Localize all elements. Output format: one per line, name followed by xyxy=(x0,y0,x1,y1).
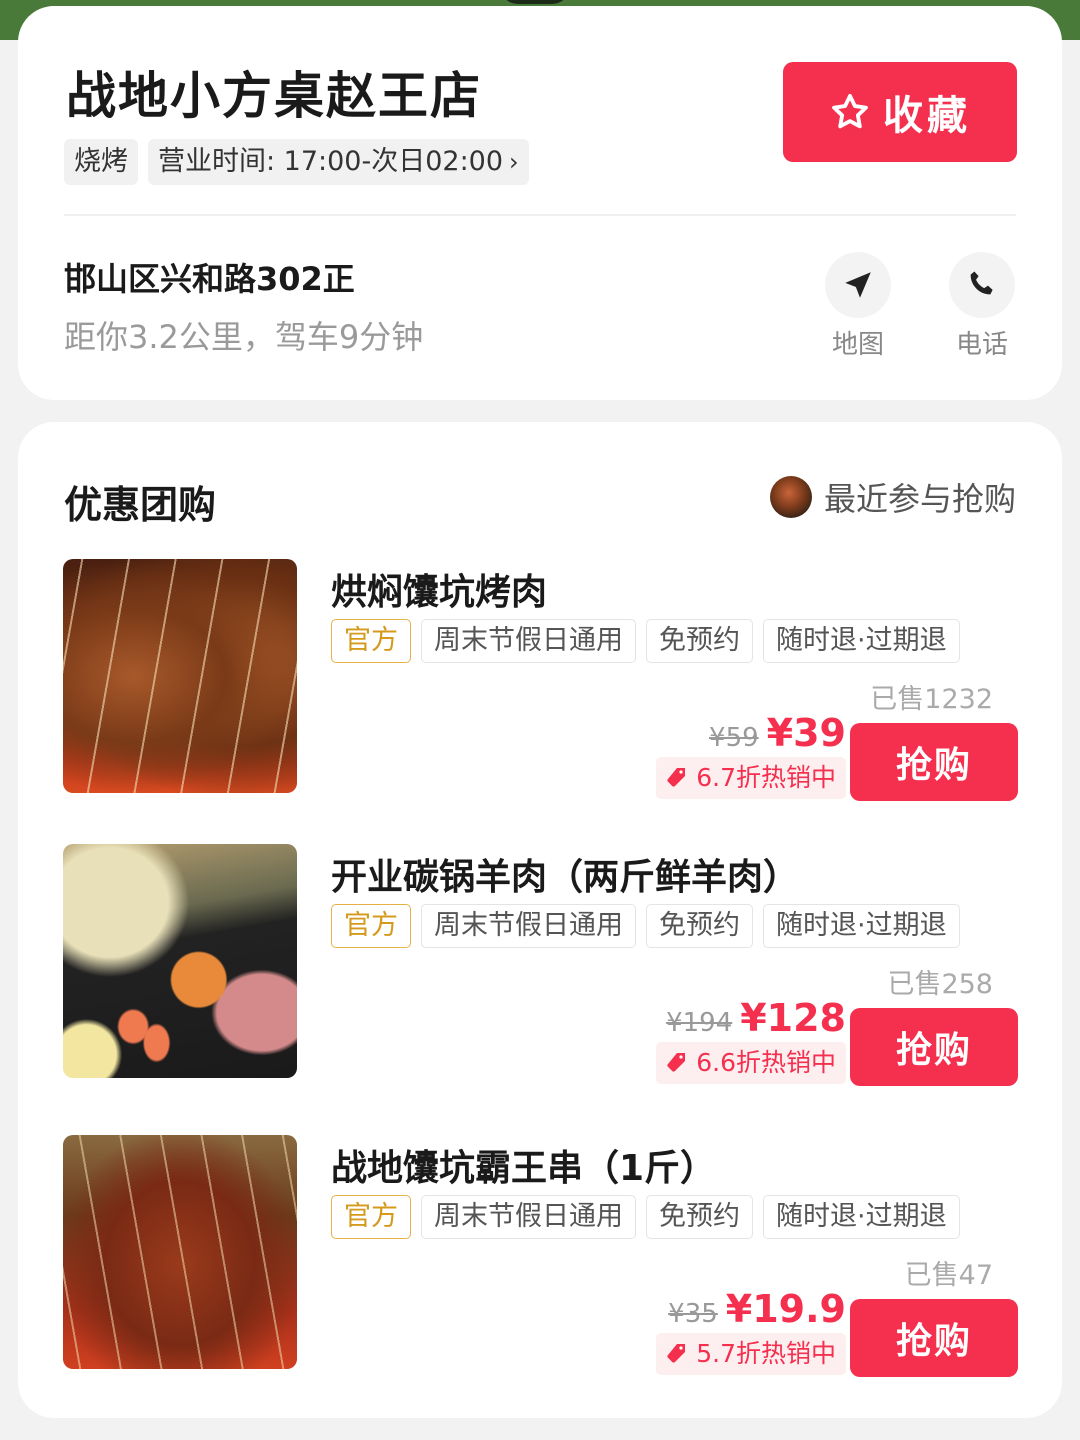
favorite-button[interactable]: 收藏 xyxy=(783,62,1017,162)
group-deals-card: 优惠团购 最近参与抢购 烘焖馕坑烤肉 官方 周末节假日通用 免预约 随时退·过期… xyxy=(18,422,1062,1418)
price-row: ¥35 ¥19.9 xyxy=(668,1287,846,1331)
original-price: ¥194 xyxy=(666,1008,733,1038)
recent-buyers[interactable]: 最近参与抢购 xyxy=(769,474,1016,520)
deal-item[interactable]: 开业碳锅羊肉（两斤鲜羊肉） 官方 周末节假日通用 免预约 随时退·过期退 已售2… xyxy=(63,844,1018,1086)
deal-tags: 官方 周末节假日通用 免预约 随时退·过期退 xyxy=(331,904,960,948)
discount-text: 5.7折热销中 xyxy=(696,1339,836,1368)
tag-refund: 随时退·过期退 xyxy=(763,619,960,663)
shop-name: 战地小方桌赵王店 xyxy=(66,67,482,125)
tag-no-reservation: 免预约 xyxy=(646,904,753,948)
discount-text: 6.7折热销中 xyxy=(696,763,836,792)
current-price: ¥19.9 xyxy=(725,1287,846,1331)
map-marker xyxy=(500,0,570,4)
shop-info-card: 战地小方桌赵王店 烧烤 营业时间: 17:00-次日02:00 › 收藏 邯山区兴… xyxy=(18,6,1062,400)
distance-info: 距你3.2公里，驾车9分钟 xyxy=(64,318,424,356)
price-tag-icon xyxy=(667,1344,686,1363)
deal-item[interactable]: 战地馕坑霸王串（1斤） 官方 周末节假日通用 免预约 随时退·过期退 已售47 … xyxy=(63,1135,1018,1377)
tag-no-reservation: 免预约 xyxy=(646,619,753,663)
sold-count: 已售258 xyxy=(887,969,993,1000)
discount-badge: 5.7折热销中 xyxy=(656,1333,846,1375)
current-price: ¥128 xyxy=(740,996,846,1040)
price-row: ¥59 ¥39 xyxy=(709,711,846,755)
section-title: 优惠团购 xyxy=(64,483,217,527)
map-button-circle xyxy=(825,252,891,318)
star-icon xyxy=(832,93,868,129)
buy-button[interactable]: 抢购 xyxy=(850,1008,1018,1086)
phone-button-circle xyxy=(949,252,1015,318)
price-tag-icon xyxy=(667,1053,686,1072)
divider xyxy=(64,214,1016,216)
tag-weekend: 周末节假日通用 xyxy=(421,904,636,948)
deal-image-kebab[interactable] xyxy=(63,559,297,793)
tag-official: 官方 xyxy=(331,1195,411,1239)
deal-item[interactable]: 烘焖馕坑烤肉 官方 周末节假日通用 免预约 随时退·过期退 已售1232 ¥59… xyxy=(63,559,1018,801)
original-price: ¥35 xyxy=(668,1299,718,1329)
tag-refund: 随时退·过期退 xyxy=(763,1195,960,1239)
buy-button[interactable]: 抢购 xyxy=(850,723,1018,801)
discount-badge: 6.7折热销中 xyxy=(656,757,846,799)
deal-name: 开业碳锅羊肉（两斤鲜羊肉） xyxy=(331,857,800,898)
deal-image-skewers[interactable] xyxy=(63,1135,297,1369)
category-chip[interactable]: 烧烤 xyxy=(64,139,138,185)
tag-weekend: 周末节假日通用 xyxy=(421,1195,636,1239)
original-price: ¥59 xyxy=(709,723,759,753)
map-label: 地图 xyxy=(831,330,884,360)
buy-button[interactable]: 抢购 xyxy=(850,1299,1018,1377)
map-button[interactable]: 地图 xyxy=(818,252,898,361)
chevron-right-icon: › xyxy=(509,148,519,176)
price-row: ¥194 ¥128 xyxy=(666,996,846,1040)
discount-text: 6.6折热销中 xyxy=(696,1048,836,1077)
discount-badge: 6.6折热销中 xyxy=(656,1042,846,1084)
tag-weekend: 周末节假日通用 xyxy=(421,619,636,663)
deal-image-mutton-pot[interactable] xyxy=(63,844,297,1078)
deal-name: 战地馕坑霸王串（1斤） xyxy=(331,1148,717,1189)
phone-button[interactable]: 电话 xyxy=(942,252,1022,361)
phone-label: 电话 xyxy=(955,330,1008,360)
price-tag-icon xyxy=(667,768,686,787)
deal-name: 烘焖馕坑烤肉 xyxy=(331,572,548,613)
business-hours-chip[interactable]: 营业时间: 17:00-次日02:00 › xyxy=(148,139,529,185)
tag-official: 官方 xyxy=(331,619,411,663)
deal-tags: 官方 周末节假日通用 免预约 随时退·过期退 xyxy=(331,619,960,663)
avatar xyxy=(769,476,812,518)
current-price: ¥39 xyxy=(766,711,846,755)
tag-no-reservation: 免预约 xyxy=(646,1195,753,1239)
tag-official: 官方 xyxy=(331,904,411,948)
recent-buyers-label: 最近参与抢购 xyxy=(823,480,1016,518)
sold-count: 已售1232 xyxy=(870,684,993,715)
deal-tags: 官方 周末节假日通用 免预约 随时退·过期退 xyxy=(331,1195,960,1239)
favorite-label: 收藏 xyxy=(883,93,971,139)
shop-address[interactable]: 邯山区兴和路302正 xyxy=(64,254,355,300)
phone-icon xyxy=(970,271,993,295)
navigation-arrow-icon xyxy=(845,272,871,298)
tag-refund: 随时退·过期退 xyxy=(763,904,960,948)
sold-count: 已售47 xyxy=(904,1260,993,1291)
business-hours-text: 营业时间: 17:00-次日02:00 xyxy=(158,146,504,177)
